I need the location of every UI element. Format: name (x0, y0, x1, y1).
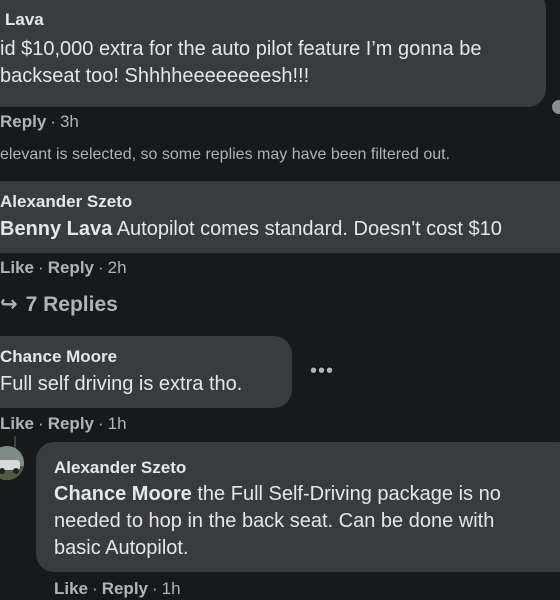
comment-time: 1h (161, 579, 181, 598)
comment-author[interactable]: Alexander Szeto (54, 458, 186, 478)
comment-thread: Lava id $10,000 extra for the auto pilot… (0, 0, 560, 600)
reply-arrow-icon: ↪ (0, 293, 18, 316)
comment-bubble: Alexander Szeto Benny Lava Autopilot com… (0, 181, 560, 253)
avatar-photo-icon (0, 446, 24, 480)
reply-link[interactable]: Reply (102, 579, 148, 598)
avatar[interactable] (0, 446, 24, 480)
comment-text-line: needed to hop in the back seat. Can be d… (54, 510, 495, 532)
more-options-button[interactable]: ••• (310, 360, 334, 383)
reply-link[interactable]: Reply (48, 258, 94, 277)
reply-link[interactable]: Reply (48, 414, 94, 433)
like-link[interactable]: Like (0, 258, 34, 277)
filter-notice: elevant is selected, so some replies may… (0, 146, 451, 163)
comment-bubble: Alexander Szeto Chance Moore the Full Se… (36, 442, 560, 572)
reply-link[interactable]: Reply (0, 112, 46, 131)
comment-bubble: Lava id $10,000 extra for the auto pilot… (0, 0, 546, 107)
comment-text-line: backseat too! Shhhheeeeeeeesh!!! (0, 65, 310, 87)
comment-text-line: id $10,000 extra for the auto pilot feat… (0, 38, 482, 60)
comment-text-line: Chance Moore the Full Self-Driving packa… (54, 481, 501, 508)
comment-actions: Like · Reply · 2h (0, 258, 127, 277)
comment-actions: Like · Reply · 1h (54, 579, 181, 598)
comment-text: the Full Self-Driving package is no (191, 483, 501, 505)
comment-text: Autopilot comes standard. Doesn't cost $… (112, 218, 502, 240)
comment-author[interactable]: Chance Moore (0, 347, 117, 367)
comment-time: 2h (107, 258, 127, 277)
like-link[interactable]: Like (54, 579, 88, 598)
comment-text: Full self driving is extra tho. (0, 373, 243, 395)
comment-text-line: basic Autopilot. (54, 537, 189, 559)
comment-actions: Reply · 3h (0, 112, 79, 131)
like-link[interactable]: Like (0, 414, 34, 433)
replies-count: 7 Replies (25, 293, 118, 316)
mention-link[interactable]: Chance Moore (54, 483, 192, 505)
comment-actions: Like · Reply · 1h (0, 414, 127, 433)
comment-author[interactable]: Lava (5, 10, 44, 30)
comment-bubble: Chance Moore Full self driving is extra … (0, 336, 292, 408)
view-replies-link[interactable]: ↪ 7 Replies (0, 292, 118, 317)
comment-author[interactable]: Alexander Szeto (0, 192, 132, 212)
reaction-icon (552, 100, 560, 114)
mention-link[interactable]: Benny Lava (0, 218, 112, 240)
comment-time: 3h (59, 112, 79, 131)
comment-text-line: Benny Lava Autopilot comes standard. Doe… (0, 216, 502, 243)
comment-time: 1h (107, 414, 127, 433)
